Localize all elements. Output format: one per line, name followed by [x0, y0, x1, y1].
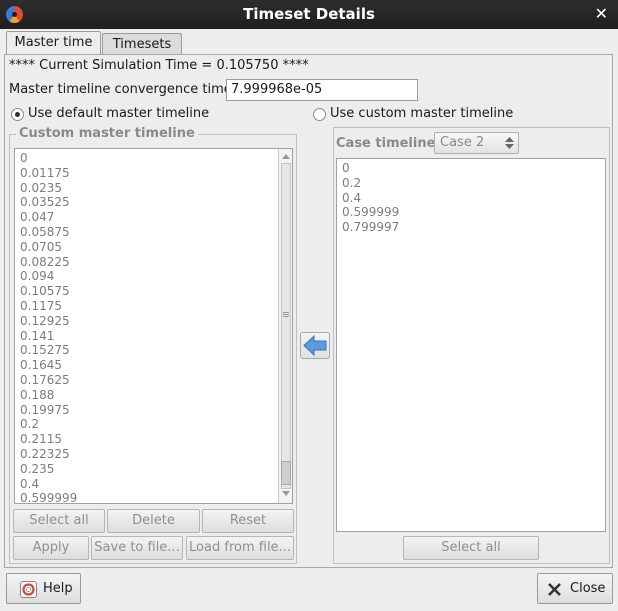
- list-item[interactable]: 0.094: [15, 269, 292, 284]
- list-item[interactable]: 0.047: [15, 210, 292, 225]
- default-timeline-radio[interactable]: [11, 108, 24, 121]
- list-item[interactable]: 0.0235: [15, 181, 292, 196]
- custom-timeline-list[interactable]: 0 0.01175 0.0235 0.03525 0.047 0.05875 0…: [14, 148, 293, 504]
- list-scrollbar[interactable]: [278, 149, 292, 503]
- case-select-all-button[interactable]: Select all: [403, 536, 539, 560]
- close-button[interactable]: Close: [537, 573, 613, 604]
- custom-timeline-label[interactable]: Use custom master timeline: [330, 106, 513, 121]
- list-item[interactable]: 0.4: [337, 191, 605, 206]
- list-item[interactable]: 0.15275: [15, 343, 292, 358]
- scroll-down-icon[interactable]: [282, 491, 290, 496]
- list-item[interactable]: 0.599999: [15, 491, 292, 503]
- list-item[interactable]: 0.22325: [15, 447, 292, 462]
- apply-button[interactable]: Apply: [13, 536, 89, 560]
- case-timeline-list[interactable]: 0 0.2 0.4 0.599999 0.799997: [336, 158, 606, 532]
- transfer-button[interactable]: [300, 332, 330, 359]
- select-all-button[interactable]: Select all: [13, 509, 105, 533]
- scroll-position[interactable]: [281, 461, 291, 485]
- close-button-label: Close: [570, 581, 606, 596]
- help-button[interactable]: Help: [6, 573, 81, 604]
- scroll-grip: [283, 314, 289, 315]
- list-item[interactable]: 0.08225: [15, 255, 292, 270]
- title-bar: Timeset Details ✕: [0, 0, 618, 29]
- list-item[interactable]: 0.599999: [337, 205, 605, 220]
- scroll-grip: [283, 316, 289, 317]
- convergence-time-input[interactable]: 7.999968e-05: [226, 79, 418, 101]
- load-from-file-button[interactable]: Load from file...: [186, 536, 294, 560]
- list-item[interactable]: 0.01175: [15, 166, 292, 181]
- list-item[interactable]: 0.0705: [15, 240, 292, 255]
- list-item[interactable]: 0.03525: [15, 195, 292, 210]
- list-item[interactable]: 0: [337, 161, 605, 176]
- close-icon[interactable]: ✕: [595, 4, 608, 23]
- list-item[interactable]: 0.05875: [15, 225, 292, 240]
- reset-button[interactable]: Reset: [202, 509, 294, 533]
- list-item[interactable]: 0.235: [15, 462, 292, 477]
- list-item[interactable]: 0.10575: [15, 284, 292, 299]
- custom-timeline-radio[interactable]: [313, 108, 326, 121]
- help-button-label: Help: [43, 581, 73, 596]
- close-x-icon: [548, 583, 561, 596]
- tab-timesets[interactable]: Timesets: [102, 33, 182, 55]
- case-select[interactable]: Case 2: [434, 132, 519, 154]
- delete-button[interactable]: Delete: [107, 509, 200, 533]
- list-item[interactable]: 0.799997: [337, 220, 605, 235]
- arrow-left-icon: [303, 334, 327, 357]
- scroll-thumb[interactable]: [281, 163, 291, 489]
- list-item[interactable]: 0.1645: [15, 358, 292, 373]
- list-item[interactable]: 0.141: [15, 329, 292, 344]
- list-item[interactable]: 0.12925: [15, 314, 292, 329]
- case-timeline-label: Case timeline: [336, 136, 436, 151]
- chevron-updown-icon: [505, 137, 514, 149]
- save-to-file-button[interactable]: Save to file...: [91, 536, 183, 560]
- list-item[interactable]: 0.2: [337, 176, 605, 191]
- help-lifebuoy-icon: [20, 581, 37, 598]
- custom-timeline-group-title: Custom master timeline: [16, 126, 198, 141]
- list-item[interactable]: 0.1175: [15, 299, 292, 314]
- tab-master-time[interactable]: Master time: [6, 31, 101, 55]
- convergence-label: Master timeline convergence time: [9, 82, 232, 97]
- default-timeline-label[interactable]: Use default master timeline: [28, 106, 209, 121]
- list-item[interactable]: 0.2: [15, 417, 292, 432]
- scroll-grip: [283, 312, 289, 313]
- list-item[interactable]: 0.19975: [15, 403, 292, 418]
- list-item[interactable]: 0.17625: [15, 373, 292, 388]
- case-select-value: Case 2: [440, 135, 485, 150]
- list-item[interactable]: 0.188: [15, 388, 292, 403]
- scroll-up-icon[interactable]: [282, 154, 290, 159]
- list-item[interactable]: 0: [15, 151, 292, 166]
- list-item[interactable]: 0.4: [15, 477, 292, 492]
- list-item[interactable]: 0.2115: [15, 432, 292, 447]
- simulation-time-text: **** Current Simulation Time = 0.105750 …: [9, 58, 309, 73]
- window-title: Timeset Details: [243, 5, 375, 23]
